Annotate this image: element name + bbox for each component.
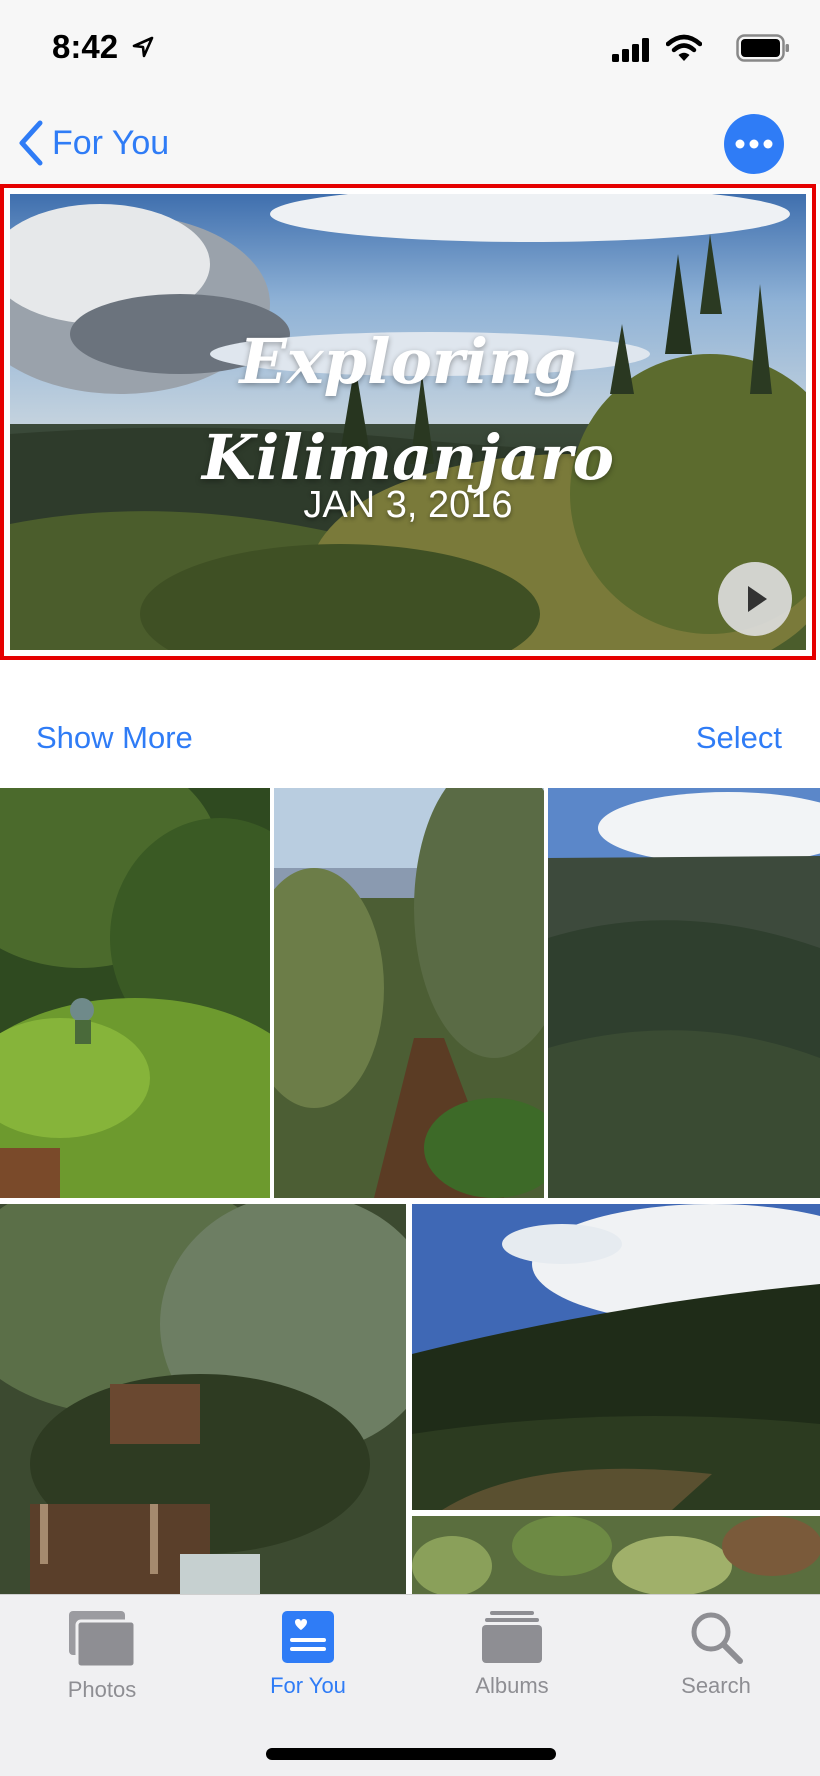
memory-title-line-1: Exploring (239, 325, 577, 398)
status-time: 8:42 (52, 28, 119, 65)
tab-search-label: Search (681, 1673, 751, 1698)
screen: 8:42 For You Exploring Kilimanjaro JAN 3… (0, 0, 820, 1776)
play-memory-button[interactable] (718, 562, 792, 636)
tab-search[interactable]: Search (636, 1609, 796, 1719)
show-more-link[interactable]: Show More (36, 720, 193, 756)
photo-trail-path[interactable] (274, 788, 544, 1198)
cellular-signal-icon (612, 38, 649, 62)
more-options-button[interactable] (724, 114, 784, 174)
albums-icon (482, 1611, 542, 1663)
search-icon (691, 1612, 743, 1664)
photo-valley-clouds-image (412, 1204, 820, 1510)
photo-plants-closeup[interactable] (412, 1516, 820, 1594)
wifi-icon (666, 34, 702, 61)
memory-hero-highlight[interactable]: Exploring Kilimanjaro JAN 3, 2016 (0, 184, 816, 660)
battery-icon (736, 34, 789, 62)
tab-for-you-label: For You (270, 1673, 346, 1698)
photo-bridge-stream-image (0, 1204, 406, 1594)
tab-albums-label: Albums (475, 1673, 549, 1698)
back-button-label: For You (52, 123, 170, 162)
location-arrow-icon (132, 36, 154, 58)
select-link[interactable]: Select (696, 720, 782, 756)
photo-forest-hikers-image (0, 788, 270, 1198)
home-indicator (266, 1748, 556, 1760)
photo-forest-hikers[interactable] (0, 788, 270, 1198)
back-button[interactable]: For You (16, 118, 169, 168)
tab-albums[interactable]: Albums (432, 1609, 592, 1719)
memory-date: JAN 3, 2016 (303, 484, 513, 526)
photo-valley-clouds[interactable] (412, 1204, 820, 1510)
ellipsis-icon (735, 139, 773, 149)
status-bar: 8:42 (0, 0, 820, 100)
memory-actions-row: Show More Select (0, 700, 820, 770)
photos-stack-icon (69, 1611, 137, 1669)
photo-mountain-ridge[interactable] (548, 788, 820, 1198)
photo-trail-path-image (274, 788, 544, 1198)
memory-hero-image[interactable]: Exploring Kilimanjaro JAN 3, 2016 (10, 194, 806, 650)
chevron-left-icon (19, 120, 43, 166)
for-you-heart-icon (282, 1611, 334, 1663)
tab-for-you[interactable]: For You (228, 1609, 388, 1719)
photo-plants-closeup-image (412, 1516, 820, 1594)
memory-title: Exploring Kilimanjaro (10, 314, 806, 506)
photo-mountain-ridge-image (548, 788, 820, 1198)
play-icon (748, 586, 767, 612)
tab-photos-label: Photos (67, 1677, 137, 1702)
photo-bridge-stream[interactable] (0, 1204, 406, 1594)
tab-photos[interactable]: Photos (22, 1609, 182, 1719)
navigation-bar: For You (0, 100, 820, 184)
